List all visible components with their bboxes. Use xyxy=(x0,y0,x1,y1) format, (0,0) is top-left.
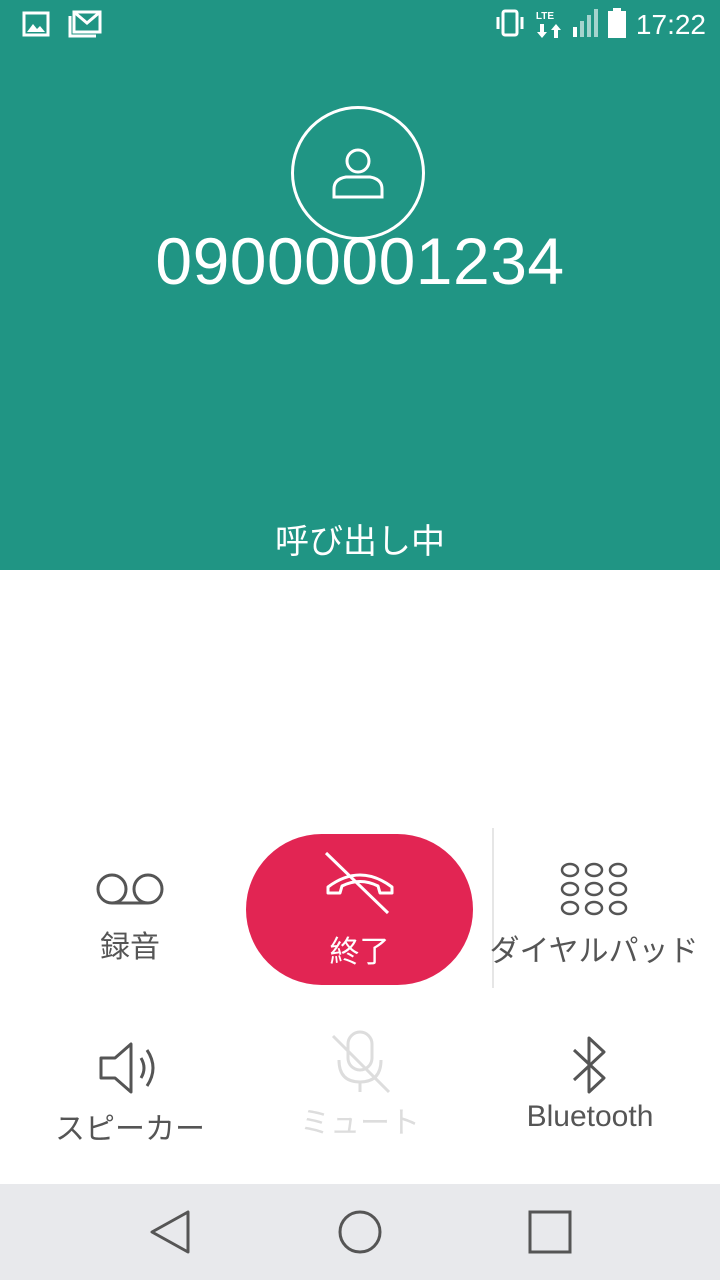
end-call-label: 終了 xyxy=(329,934,390,970)
record-label: 録音 xyxy=(100,930,160,965)
battery-icon xyxy=(607,8,626,42)
dialpad-button[interactable]: ダイヤルパッド xyxy=(489,862,699,970)
speaker-icon xyxy=(99,1042,155,1094)
home-button[interactable] xyxy=(330,1202,390,1262)
dialpad-label: ダイヤルパッド xyxy=(489,934,699,969)
end-call-icon xyxy=(324,851,393,914)
record-button[interactable]: 録音 xyxy=(40,868,220,966)
phone-number: 09000001234 xyxy=(155,224,565,298)
call-status: 呼び出し中 xyxy=(275,522,445,562)
person-icon xyxy=(332,148,384,199)
speaker-button[interactable]: スピーカー xyxy=(40,1040,220,1148)
speaker-label: スピーカー xyxy=(55,1112,205,1147)
lte-icon: LTE xyxy=(536,11,562,39)
gmail-icon xyxy=(68,10,102,42)
recents-icon xyxy=(528,1210,572,1254)
status-time: 17:22 xyxy=(635,9,706,40)
back-button[interactable] xyxy=(140,1202,200,1262)
back-icon xyxy=(150,1210,190,1254)
status-bar: LTE 17:22 xyxy=(0,0,720,48)
image-notification-icon xyxy=(22,11,50,41)
signal-icon xyxy=(572,9,598,41)
end-call-button[interactable]: 終了 xyxy=(246,834,473,985)
recents-button[interactable] xyxy=(520,1202,580,1262)
call-header: 09000001234 呼び出し中 xyxy=(0,48,720,570)
bluetooth-label: Bluetooth xyxy=(526,1100,654,1133)
voicemail-icon xyxy=(96,873,164,905)
mute-icon xyxy=(331,1030,391,1094)
contact-avatar xyxy=(291,106,425,240)
bluetooth-button[interactable]: Bluetooth xyxy=(500,1034,680,1134)
mute-button: ミュート xyxy=(270,1030,450,1142)
bluetooth-icon xyxy=(572,1036,606,1094)
vibrate-icon xyxy=(494,9,526,41)
navigation-bar xyxy=(0,1184,720,1280)
dialpad-icon xyxy=(560,862,628,916)
home-icon xyxy=(338,1210,382,1254)
mute-label: ミュート xyxy=(300,1106,420,1141)
